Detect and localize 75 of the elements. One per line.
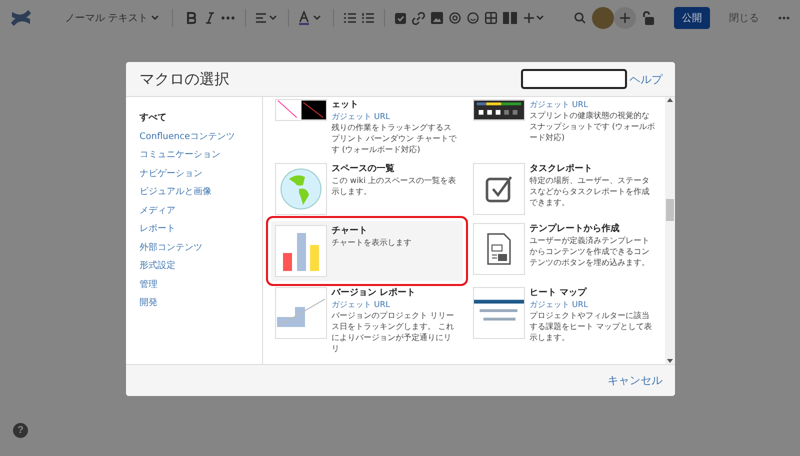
at-sign-icon <box>449 12 462 24</box>
italic-icon <box>205 12 216 24</box>
category-link[interactable]: 形式設定 <box>140 259 262 274</box>
macro-title: ヒート マップ <box>530 287 588 299</box>
checkbox-icon <box>395 12 406 24</box>
category-link[interactable]: ビジュアルと画像 <box>140 185 262 200</box>
search-icon <box>574 12 586 24</box>
macro-item[interactable]: ェット ガジェット URL 残りの作業をトラッキングするスプリント バーンダウン チャートです (ウォールボード対応) <box>270 97 462 157</box>
version-chart-icon <box>276 299 324 327</box>
category-link[interactable]: レポート <box>140 222 262 238</box>
macro-description: プロジェクトやフィルターに該当する課題をヒート マップとして表示します。 <box>530 310 654 343</box>
help-link[interactable]: ヘルプ <box>630 72 662 86</box>
macro-description: スプリントの健康状態の視覚的なスナップショットです (ウォールボード対応) <box>530 110 656 143</box>
category-link[interactable]: ナビゲーション <box>140 166 262 182</box>
search-field[interactable] <box>520 69 626 89</box>
logo-icon <box>10 9 32 27</box>
category-link[interactable]: 開発 <box>140 296 262 312</box>
text-color-icon <box>299 11 324 25</box>
gadget-url-link[interactable]: ガジェット URL <box>530 99 656 110</box>
document-icon <box>486 233 512 265</box>
macro-item[interactable]: ヒート マップ ガジェット URL プロジェクトやフィルターに該当する課題をヒート マップとして表示します。 <box>468 285 660 356</box>
category-link[interactable]: 管理 <box>140 278 262 293</box>
macro-title: ェット <box>332 99 360 111</box>
scroll-up-arrow-icon <box>666 97 672 103</box>
macro-title: タスクレポート <box>530 163 594 175</box>
plus-icon <box>620 13 630 23</box>
macro-item[interactable]: タスクレポート 特定の場所、ユーザー、ステータスなどからタスクレポートを作成できます。 <box>468 161 660 217</box>
avatar[interactable] <box>592 7 614 29</box>
cancel-link[interactable]: キャンセル <box>608 373 662 388</box>
help-button[interactable]: ? <box>13 423 28 438</box>
macro-description: ユーザーが定義済みテンプレートからコンテンツを作成できるコンテンツのボタンを埋め込みます。 <box>530 235 650 268</box>
link-icon <box>412 12 426 24</box>
gadget-url-link[interactable]: ガジェット URL <box>332 299 458 310</box>
macro-item[interactable]: チャート チャートを表示します <box>270 221 462 281</box>
gadget-url-link[interactable]: ガジェット URL <box>530 299 656 310</box>
unlock-icon <box>642 11 654 25</box>
macro-title: チャート <box>332 225 368 237</box>
macro-description: 残りの作業をトラッキングするスプリント バーンダウン チャートです (ウォールボード対応) <box>332 122 458 155</box>
add-person-button[interactable] <box>614 7 636 29</box>
macro-description: バージョンのプロジェクト リリース日をトラッキングします。 これによりバージョンが予定通りにリリ <box>332 310 456 354</box>
category-link[interactable]: メディア <box>140 204 262 219</box>
macro-item[interactable]: テンプレートから作成 ユーザーが定義済みテンプレートからコンテンツを作成できるコンテンツのボタンを埋め込みます。 <box>468 221 660 281</box>
category-link[interactable]: すべて <box>140 111 262 126</box>
scroll-down-arrow-icon <box>666 358 672 364</box>
category-link[interactable]: Confluenceコンテンツ <box>140 130 262 145</box>
close-button[interactable]: 閉じる <box>726 9 762 27</box>
more-icon <box>221 16 236 20</box>
plus-dropdown-icon <box>523 12 546 24</box>
bullet-list-icon <box>344 13 356 23</box>
macro-item[interactable]: スペースの一覧 この wiki 上のスペースの一覧を表示します。 <box>270 161 462 217</box>
table-icon <box>485 12 498 24</box>
columns-icon <box>503 12 518 24</box>
category-link[interactable]: 外部コンテンツ <box>140 240 262 256</box>
macro-title: テンプレートから作成 <box>530 223 620 235</box>
macro-item[interactable]: ガジェット URL スプリントの健康状態の視覚的なスナップショットです (ウォールボード対応) <box>468 97 660 157</box>
image-icon <box>431 12 444 24</box>
scrollbar[interactable] <box>664 97 674 364</box>
macro-title: スペースの一覧 <box>332 163 396 175</box>
more-icon <box>778 16 790 20</box>
emoji-icon <box>467 12 480 24</box>
checkbox-icon <box>484 174 514 204</box>
category-link[interactable]: コミュニケーション <box>140 148 262 164</box>
numbered-list-icon <box>362 13 374 23</box>
macro-item[interactable]: バージョン レポート ガジェット URL バージョンのプロジェクト リリース日をトラッキングします。 これによりバージョンが予定通りにリリ <box>270 285 462 356</box>
macro-description: チャートを表示します <box>332 237 412 248</box>
text-style-dropdown[interactable]: ノーマル テキスト <box>62 9 162 27</box>
scroll-thumb[interactable] <box>666 199 674 221</box>
dialog-title: マクロの選択 <box>140 70 230 88</box>
macro-title: バージョン レポート <box>332 287 417 299</box>
chevron-down-icon <box>151 15 160 21</box>
align-icon <box>256 13 278 23</box>
macro-description: この wiki 上のスペースの一覧を表示します。 <box>332 175 458 197</box>
gadget-url-link[interactable]: ガジェット URL <box>332 111 458 122</box>
macro-description: 特定の場所、ユーザー、ステータスなどからタスクレポートを作成できます。 <box>530 175 650 208</box>
publish-button[interactable]: 公開 <box>674 7 710 29</box>
